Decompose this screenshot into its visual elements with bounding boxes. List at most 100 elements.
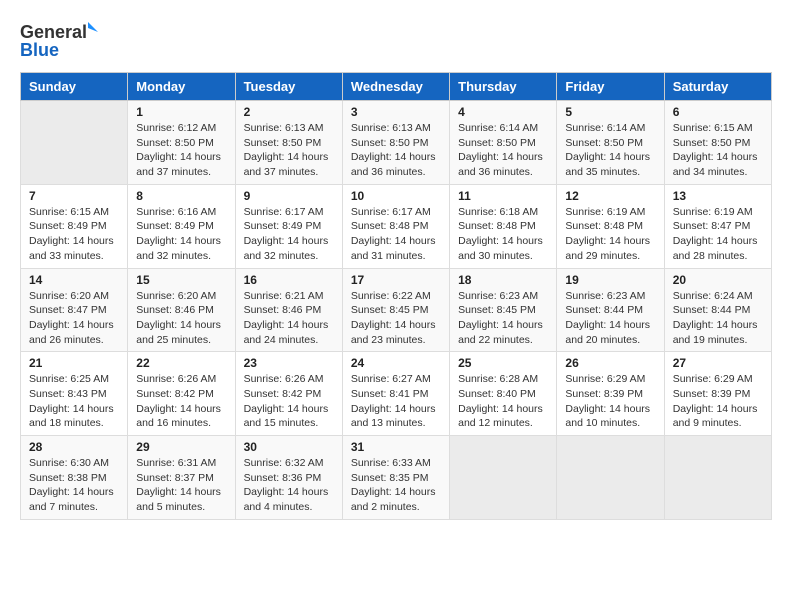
weekday-header-thursday: Thursday	[450, 73, 557, 101]
calendar-cell: 28Sunrise: 6:30 AMSunset: 8:38 PMDayligh…	[21, 436, 128, 520]
calendar-cell: 19 Sunrise: 6:23 AMSunset: 8:44 PMDayligh…	[557, 268, 664, 352]
day-info: Sunrise: 6:24 AMSunset: 8:44 PMDaylight:…	[673, 289, 763, 348]
calendar-cell: 13 Sunrise: 6:19 AMSunset: 8:47 PMDayligh…	[664, 184, 771, 268]
day-info: Sunrise: 6:19 AMSunset: 8:47 PMDaylight:…	[673, 205, 763, 264]
day-number: 2	[244, 105, 334, 119]
day-info: Sunrise: 6:14 AMSunset: 8:50 PMDaylight:…	[458, 121, 548, 180]
day-number: 24	[351, 356, 441, 370]
weekday-header-wednesday: Wednesday	[342, 73, 449, 101]
day-number: 22	[136, 356, 226, 370]
page-header: GeneralBlue	[20, 20, 772, 62]
day-info: Sunrise: 6:27 AMSunset: 8:41 PMDaylight:…	[351, 372, 441, 431]
day-info: Sunrise: 6:17 AMSunset: 8:48 PMDaylight:…	[351, 205, 441, 264]
day-number: 18	[458, 273, 548, 287]
day-number: 21	[29, 356, 119, 370]
calendar-cell: 3 Sunrise: 6:13 AMSunset: 8:50 PMDaylight…	[342, 101, 449, 185]
svg-text:General: General	[20, 22, 87, 42]
calendar-cell: 26 Sunrise: 6:29 AMSunset: 8:39 PMDayligh…	[557, 352, 664, 436]
logo-svg: GeneralBlue	[20, 20, 110, 62]
calendar-cell	[21, 101, 128, 185]
day-number: 19	[565, 273, 655, 287]
weekday-header-monday: Monday	[128, 73, 235, 101]
calendar-row: 14 Sunrise: 6:20 AMSunset: 8:47 PMDayligh…	[21, 268, 772, 352]
calendar-cell: 14 Sunrise: 6:20 AMSunset: 8:47 PMDayligh…	[21, 268, 128, 352]
day-number: 31	[351, 440, 441, 454]
day-number: 15	[136, 273, 226, 287]
day-number: 9	[244, 189, 334, 203]
day-number: 27	[673, 356, 763, 370]
day-info: Sunrise: 6:25 AMSunset: 8:43 PMDaylight:…	[29, 372, 119, 431]
day-number: 13	[673, 189, 763, 203]
day-info: Sunrise: 6:20 AMSunset: 8:46 PMDaylight:…	[136, 289, 226, 348]
day-info: Sunrise: 6:16 AMSunset: 8:49 PMDaylight:…	[136, 205, 226, 264]
day-info: Sunrise: 6:31 AMSunset: 8:37 PMDaylight:…	[136, 456, 226, 515]
calendar-cell: 12Sunrise: 6:19 AMSunset: 8:48 PMDayligh…	[557, 184, 664, 268]
calendar-cell: 29 Sunrise: 6:31 AMSunset: 8:37 PMDayligh…	[128, 436, 235, 520]
calendar-cell: 2Sunrise: 6:13 AMSunset: 8:50 PMDaylight…	[235, 101, 342, 185]
calendar-cell: 30 Sunrise: 6:32 AMSunset: 8:36 PMDayligh…	[235, 436, 342, 520]
calendar-row: 1 Sunrise: 6:12 AMSunset: 8:50 PMDaylight…	[21, 101, 772, 185]
calendar-cell: 17 Sunrise: 6:22 AMSunset: 8:45 PMDayligh…	[342, 268, 449, 352]
day-info: Sunrise: 6:29 AMSunset: 8:39 PMDaylight:…	[673, 372, 763, 431]
day-number: 30	[244, 440, 334, 454]
calendar-cell: 10 Sunrise: 6:17 AMSunset: 8:48 PMDayligh…	[342, 184, 449, 268]
day-info: Sunrise: 6:23 AMSunset: 8:44 PMDaylight:…	[565, 289, 655, 348]
day-info: Sunrise: 6:28 AMSunset: 8:40 PMDaylight:…	[458, 372, 548, 431]
day-info: Sunrise: 6:22 AMSunset: 8:45 PMDaylight:…	[351, 289, 441, 348]
day-info: Sunrise: 6:15 AMSunset: 8:49 PMDaylight:…	[29, 205, 119, 264]
calendar-row: 21 Sunrise: 6:25 AMSunset: 8:43 PMDayligh…	[21, 352, 772, 436]
day-info: Sunrise: 6:23 AMSunset: 8:45 PMDaylight:…	[458, 289, 548, 348]
calendar-cell: 20 Sunrise: 6:24 AMSunset: 8:44 PMDayligh…	[664, 268, 771, 352]
calendar-cell: 15 Sunrise: 6:20 AMSunset: 8:46 PMDayligh…	[128, 268, 235, 352]
day-number: 8	[136, 189, 226, 203]
day-number: 17	[351, 273, 441, 287]
day-number: 3	[351, 105, 441, 119]
weekday-header-friday: Friday	[557, 73, 664, 101]
day-number: 5	[565, 105, 655, 119]
calendar-cell: 21 Sunrise: 6:25 AMSunset: 8:43 PMDayligh…	[21, 352, 128, 436]
day-info: Sunrise: 6:29 AMSunset: 8:39 PMDaylight:…	[565, 372, 655, 431]
calendar-cell: 18 Sunrise: 6:23 AMSunset: 8:45 PMDayligh…	[450, 268, 557, 352]
day-number: 12	[565, 189, 655, 203]
svg-text:Blue: Blue	[20, 40, 59, 60]
calendar-cell	[557, 436, 664, 520]
day-number: 28	[29, 440, 119, 454]
calendar-cell: 22 Sunrise: 6:26 AMSunset: 8:42 PMDayligh…	[128, 352, 235, 436]
day-number: 14	[29, 273, 119, 287]
calendar-cell: 6Sunrise: 6:15 AMSunset: 8:50 PMDaylight…	[664, 101, 771, 185]
day-number: 1	[136, 105, 226, 119]
calendar-cell: 16 Sunrise: 6:21 AMSunset: 8:46 PMDayligh…	[235, 268, 342, 352]
day-number: 10	[351, 189, 441, 203]
day-info: Sunrise: 6:13 AMSunset: 8:50 PMDaylight:…	[351, 121, 441, 180]
calendar-cell: 4 Sunrise: 6:14 AMSunset: 8:50 PMDaylight…	[450, 101, 557, 185]
calendar-row: 7 Sunrise: 6:15 AMSunset: 8:49 PMDaylight…	[21, 184, 772, 268]
day-info: Sunrise: 6:12 AMSunset: 8:50 PMDaylight:…	[136, 121, 226, 180]
day-info: Sunrise: 6:26 AMSunset: 8:42 PMDaylight:…	[244, 372, 334, 431]
calendar-cell: 9Sunrise: 6:17 AMSunset: 8:49 PMDaylight…	[235, 184, 342, 268]
calendar-cell: 25Sunrise: 6:28 AMSunset: 8:40 PMDayligh…	[450, 352, 557, 436]
calendar-cell: 24 Sunrise: 6:27 AMSunset: 8:41 PMDayligh…	[342, 352, 449, 436]
day-number: 4	[458, 105, 548, 119]
calendar-cell: 1 Sunrise: 6:12 AMSunset: 8:50 PMDaylight…	[128, 101, 235, 185]
day-info: Sunrise: 6:20 AMSunset: 8:47 PMDaylight:…	[29, 289, 119, 348]
calendar-cell: 11 Sunrise: 6:18 AMSunset: 8:48 PMDayligh…	[450, 184, 557, 268]
day-info: Sunrise: 6:18 AMSunset: 8:48 PMDaylight:…	[458, 205, 548, 264]
day-number: 7	[29, 189, 119, 203]
day-number: 16	[244, 273, 334, 287]
day-info: Sunrise: 6:21 AMSunset: 8:46 PMDaylight:…	[244, 289, 334, 348]
day-number: 26	[565, 356, 655, 370]
day-info: Sunrise: 6:15 AMSunset: 8:50 PMDaylight:…	[673, 121, 763, 180]
day-info: Sunrise: 6:26 AMSunset: 8:42 PMDaylight:…	[136, 372, 226, 431]
calendar-table: SundayMondayTuesdayWednesdayThursdayFrid…	[20, 72, 772, 520]
day-info: Sunrise: 6:32 AMSunset: 8:36 PMDaylight:…	[244, 456, 334, 515]
weekday-header-tuesday: Tuesday	[235, 73, 342, 101]
day-info: Sunrise: 6:14 AMSunset: 8:50 PMDaylight:…	[565, 121, 655, 180]
calendar-cell	[664, 436, 771, 520]
day-number: 29	[136, 440, 226, 454]
weekday-header-sunday: Sunday	[21, 73, 128, 101]
day-number: 20	[673, 273, 763, 287]
day-number: 11	[458, 189, 548, 203]
calendar-cell: 27 Sunrise: 6:29 AMSunset: 8:39 PMDayligh…	[664, 352, 771, 436]
calendar-row: 28Sunrise: 6:30 AMSunset: 8:38 PMDayligh…	[21, 436, 772, 520]
day-info: Sunrise: 6:33 AMSunset: 8:35 PMDaylight:…	[351, 456, 441, 515]
